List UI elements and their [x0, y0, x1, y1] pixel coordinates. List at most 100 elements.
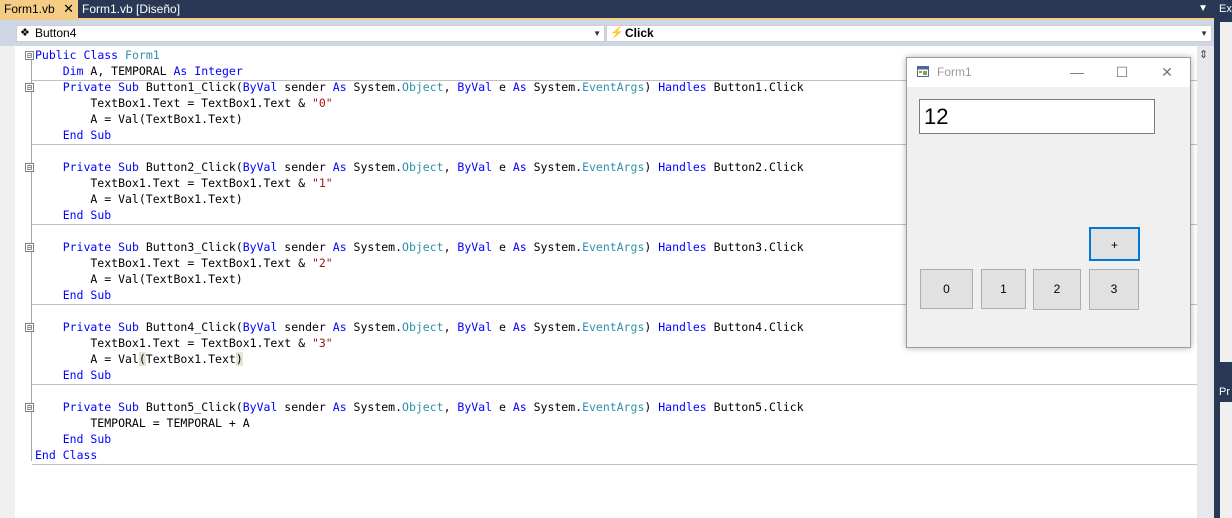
code-token: End — [35, 448, 56, 462]
code-token: System. — [526, 400, 583, 414]
collapse-icon[interactable]: ⊟ — [25, 163, 34, 172]
textbox1[interactable]: 12 — [919, 99, 1155, 134]
code-token: TextBox1.Text = TextBox1.Text & — [35, 336, 312, 350]
code-token: ( — [138, 352, 146, 366]
maximize-icon[interactable]: ☐ — [1107, 62, 1137, 82]
code-line[interactable]: Dim A, TEMPORAL As Integer — [35, 63, 243, 79]
close-icon[interactable]: ✕ — [1152, 62, 1182, 82]
navigation-bar: ❖ Button4 ▼ ⚡ Click ▼ — [0, 20, 1214, 46]
code-line[interactable]: End Sub — [35, 367, 112, 383]
code-line[interactable]: Private Sub Button3_Click(ByVal sender A… — [35, 239, 804, 255]
tab-form1-designer[interactable]: Form1.vb [Diseño] — [78, 0, 218, 18]
code-token: "1" — [311, 176, 333, 190]
code-token: Form1 — [125, 48, 160, 62]
button-3[interactable]: 3 — [1089, 269, 1139, 310]
code-line[interactable]: A = Val(TextBox1.Text) — [35, 191, 242, 207]
code-token: Sub — [90, 288, 112, 302]
code-line[interactable]: A = Val(TextBox1.Text) — [35, 351, 243, 367]
chevron-down-icon[interactable]: ▼ — [593, 26, 601, 41]
code-token: As — [512, 160, 527, 174]
code-line[interactable]: Private Sub Button2_Click(ByVal sender A… — [35, 159, 804, 175]
code-token: Sub — [118, 320, 139, 334]
code-line[interactable]: TextBox1.Text = TextBox1.Text & "3" — [35, 335, 333, 351]
chevron-down-icon[interactable]: ▼ — [1200, 26, 1208, 41]
event-dropdown[interactable]: ⚡ Click ▼ — [606, 25, 1212, 42]
form-titlebar: Form1 — ☐ ✕ — [907, 58, 1190, 87]
code-token: EventArgs — [582, 320, 645, 334]
properties-panel-label[interactable]: Pr — [1219, 386, 1230, 398]
code-token: Handles — [658, 160, 707, 174]
code-token: Handles — [658, 400, 707, 414]
chevron-down-icon[interactable]: ▼ — [1198, 3, 1208, 14]
code-token: Private — [62, 400, 112, 414]
code-token: ByVal — [457, 80, 493, 94]
button-1[interactable]: 1 — [981, 269, 1026, 309]
code-line[interactable]: End Sub — [35, 287, 112, 303]
explorer-panel-label[interactable]: Ex — [1219, 3, 1232, 15]
solution-explorer-panel — [1220, 22, 1232, 362]
collapse-icon[interactable]: ⊟ — [25, 243, 34, 252]
code-token: Button5_Click( — [138, 400, 243, 414]
code-line[interactable]: Private Sub Button1_Click(ByVal sender A… — [35, 79, 804, 95]
vertical-scrollbar[interactable] — [1197, 46, 1214, 518]
button-0[interactable]: 0 — [920, 269, 973, 309]
code-line[interactable]: A = Val(TextBox1.Text) — [35, 111, 242, 127]
code-line[interactable]: End Sub — [35, 207, 112, 223]
collapse-icon[interactable]: ⊟ — [25, 83, 34, 92]
code-token: Sub — [118, 240, 139, 254]
code-token: sender — [277, 80, 333, 94]
code-token: End — [62, 128, 84, 142]
code-line[interactable]: TextBox1.Text = TextBox1.Text & "0" — [35, 95, 332, 111]
collapse-icon[interactable]: ⊟ — [25, 323, 34, 332]
object-dropdown[interactable]: ❖ Button4 ▼ — [16, 25, 605, 42]
code-line[interactable]: TEMPORAL = TEMPORAL + A — [35, 415, 249, 431]
code-token: System. — [346, 80, 403, 94]
plus-button[interactable]: + — [1089, 227, 1140, 261]
code-token: Object — [402, 160, 444, 174]
code-token: A = Val(TextBox1.Text) — [35, 272, 243, 286]
code-line[interactable]: Private Sub Button5_Click(ByVal sender A… — [35, 399, 804, 415]
code-token: e — [492, 240, 513, 254]
code-line[interactable]: End Sub — [35, 127, 112, 143]
code-token: ) — [644, 320, 659, 334]
code-token: , — [443, 320, 458, 334]
collapse-icon[interactable]: ⊟ — [25, 51, 34, 60]
code-token: Sub — [118, 160, 139, 174]
code-line[interactable]: Public Class Form1 — [35, 47, 160, 63]
collapse-icon[interactable]: ⊟ — [25, 403, 34, 412]
code-token: TextBox1.Text = TextBox1.Text & — [35, 256, 312, 270]
code-token: As — [512, 320, 527, 334]
code-token: System. — [526, 160, 583, 174]
code-token: As — [332, 80, 347, 94]
code-line[interactable]: TextBox1.Text = TextBox1.Text & "2" — [35, 255, 332, 271]
code-token: Button1.Click — [706, 80, 804, 94]
code-token: End — [62, 208, 84, 222]
code-line[interactable]: End Sub — [35, 431, 112, 447]
code-line[interactable]: Private Sub Button4_Click(ByVal sender A… — [35, 319, 804, 335]
button-2[interactable]: 2 — [1033, 269, 1081, 310]
code-token: ByVal — [457, 240, 493, 254]
tab-form1-vb[interactable]: Form1.vb ✕ — [0, 0, 78, 18]
close-icon[interactable]: ✕ — [63, 0, 74, 18]
minimize-icon[interactable]: — — [1062, 62, 1092, 82]
code-token: End — [62, 368, 84, 382]
lightning-icon: ⚡ — [610, 27, 624, 39]
code-line[interactable]: End Class — [35, 447, 97, 463]
code-token: e — [492, 160, 513, 174]
code-token: "3" — [311, 336, 333, 350]
code-token: Class — [62, 448, 98, 462]
code-token: Handles — [658, 320, 707, 334]
code-line[interactable]: TextBox1.Text = TextBox1.Text & "1" — [35, 175, 333, 191]
split-handle-icon[interactable]: ⇕ — [1199, 48, 1208, 61]
code-token: System. — [346, 240, 403, 254]
code-token: Button3.Click — [706, 240, 804, 254]
code-line[interactable]: A = Val(TextBox1.Text) — [35, 271, 243, 287]
code-token: A, TEMPORAL — [83, 64, 174, 78]
code-token: ) — [235, 352, 243, 366]
